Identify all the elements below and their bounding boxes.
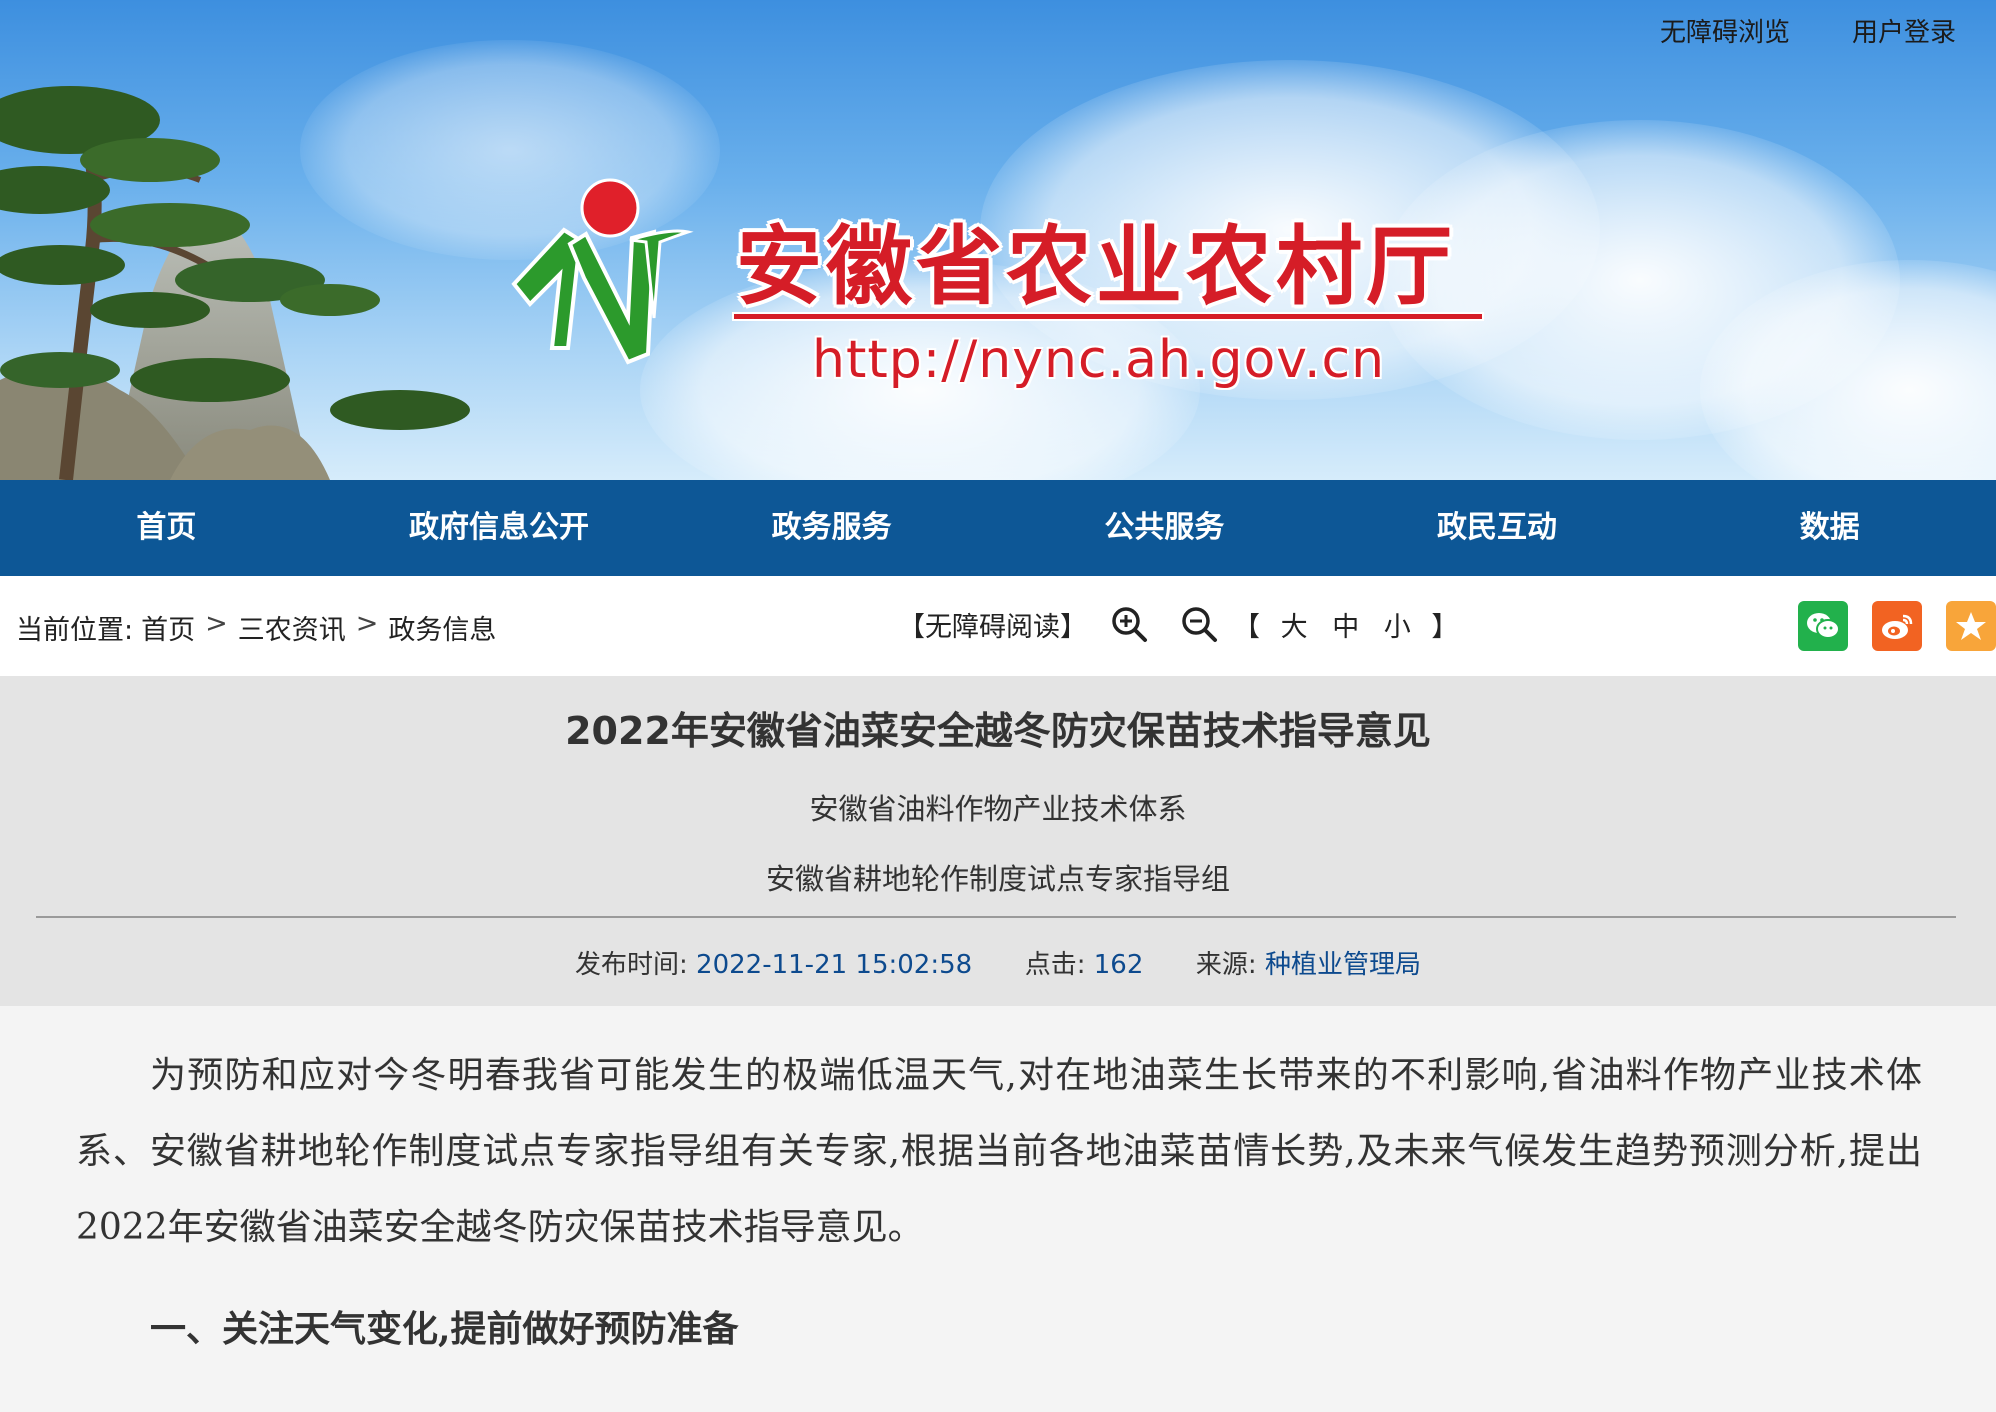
source-link[interactable]: 种植业管理局 bbox=[1265, 950, 1421, 980]
title-underline bbox=[732, 312, 1484, 321]
accessible-reading-button[interactable]: 【无障碍阅读】 bbox=[898, 605, 1087, 644]
site-title: 安徽省农业农村厅 bbox=[736, 217, 1456, 317]
size-bracket-open: 【 bbox=[1233, 611, 1264, 643]
article-header: 2022年安徽省油菜安全越冬防灾保苗技术指导意见 安徽省油料作物产业技术体系 安… bbox=[0, 676, 1996, 1006]
article-meta: 发布时间: 2022-11-21 15:02:58 点击: 162 来源: 种植… bbox=[0, 944, 1996, 981]
font-size-large[interactable]: 大 bbox=[1277, 612, 1316, 643]
zoom-out-icon[interactable] bbox=[1179, 604, 1219, 644]
size-bracket-close: 】 bbox=[1431, 611, 1463, 643]
font-size-medium[interactable]: 中 bbox=[1328, 612, 1367, 643]
main-nav: 首页 政府信息公开 政务服务 公共服务 政民互动 数据 bbox=[0, 480, 1996, 576]
accessibility-browse-link[interactable]: 无障碍浏览 bbox=[1660, 12, 1790, 49]
breadcrumb: 当前位置: 首页 > 三农资讯 > 政务信息 bbox=[16, 608, 496, 647]
article-body: 为预防和应对今冬明春我省可能发生的极端低温天气,对在地油菜生长带来的不利影响,省… bbox=[0, 1006, 1996, 1412]
nav-data[interactable]: 数据 bbox=[1663, 480, 1996, 576]
accessibility-tools: 【无障碍阅读】 【 大 中 小 】 bbox=[898, 604, 1462, 644]
article-toolbar: 当前位置: 首页 > 三农资讯 > 政务信息 【无障碍阅读】 【 大 中 小 】 bbox=[0, 576, 1996, 676]
nav-public-services[interactable]: 公共服务 bbox=[998, 480, 1331, 576]
publish-time-value: 2022-11-21 15:02:58 bbox=[696, 950, 973, 980]
article-author-2: 安徽省耕地轮作制度试点专家指导组 bbox=[765, 862, 1230, 896]
star-icon bbox=[1956, 612, 1986, 640]
wechat-icon bbox=[1807, 613, 1840, 639]
share-buttons bbox=[1798, 601, 1996, 651]
clicks-value: 162 bbox=[1093, 950, 1144, 980]
nav-gov-info[interactable]: 政府信息公开 bbox=[333, 480, 666, 576]
breadcrumb-gov-affairs[interactable]: 政务信息 bbox=[388, 608, 496, 647]
article-title: 2022年安徽省油菜安全越冬防灾保苗技术指导意见 bbox=[565, 709, 1431, 753]
header-divider bbox=[36, 916, 1956, 918]
nav-home[interactable]: 首页 bbox=[0, 480, 333, 576]
font-size-selector: 【 大 中 小 】 bbox=[1233, 605, 1462, 644]
breadcrumb-separator: > bbox=[205, 608, 228, 639]
font-size-small[interactable]: 小 bbox=[1380, 612, 1419, 643]
top-links: 无障碍浏览 用户登录 bbox=[1660, 12, 1956, 49]
nav-gov-services[interactable]: 政务服务 bbox=[665, 480, 998, 576]
breadcrumb-separator: > bbox=[355, 608, 379, 639]
section-heading: 一、关注天气变化,提前做好预防准备 bbox=[150, 1308, 739, 1350]
favorite-button[interactable] bbox=[1946, 601, 1996, 651]
wechat-share-button[interactable] bbox=[1798, 601, 1848, 651]
article-paragraph: 为预防和应对今冬明春我省可能发生的极端低温天气,对在地油菜生长带来的不利影响,省… bbox=[76, 1055, 1922, 1248]
user-login-link[interactable]: 用户登录 bbox=[1852, 12, 1956, 49]
publish-time-label: 发布时间: bbox=[575, 950, 688, 980]
zoom-in-icon[interactable] bbox=[1109, 604, 1149, 644]
pine-tree-illustration bbox=[0, 86, 470, 480]
nav-interaction[interactable]: 政民互动 bbox=[1331, 480, 1664, 576]
breadcrumb-sannong[interactable]: 三农资讯 bbox=[238, 608, 346, 647]
breadcrumb-prefix: 当前位置: bbox=[16, 615, 134, 646]
weibo-share-button[interactable] bbox=[1872, 601, 1922, 651]
weibo-icon bbox=[1882, 614, 1913, 639]
site-logo-icon[interactable] bbox=[500, 178, 700, 378]
article-author-1: 安徽省油料作物产业技术体系 bbox=[809, 792, 1187, 826]
breadcrumb-home[interactable]: 首页 bbox=[141, 608, 195, 647]
source-label: 来源: bbox=[1195, 950, 1257, 980]
site-url: http://nync.ah.gov.cn bbox=[812, 330, 1386, 390]
clicks-label: 点击: bbox=[1024, 950, 1086, 980]
site-banner: 无障碍浏览 用户登录 安徽省农业农村厅 http://nync.ah.gov.c… bbox=[0, 0, 1996, 480]
